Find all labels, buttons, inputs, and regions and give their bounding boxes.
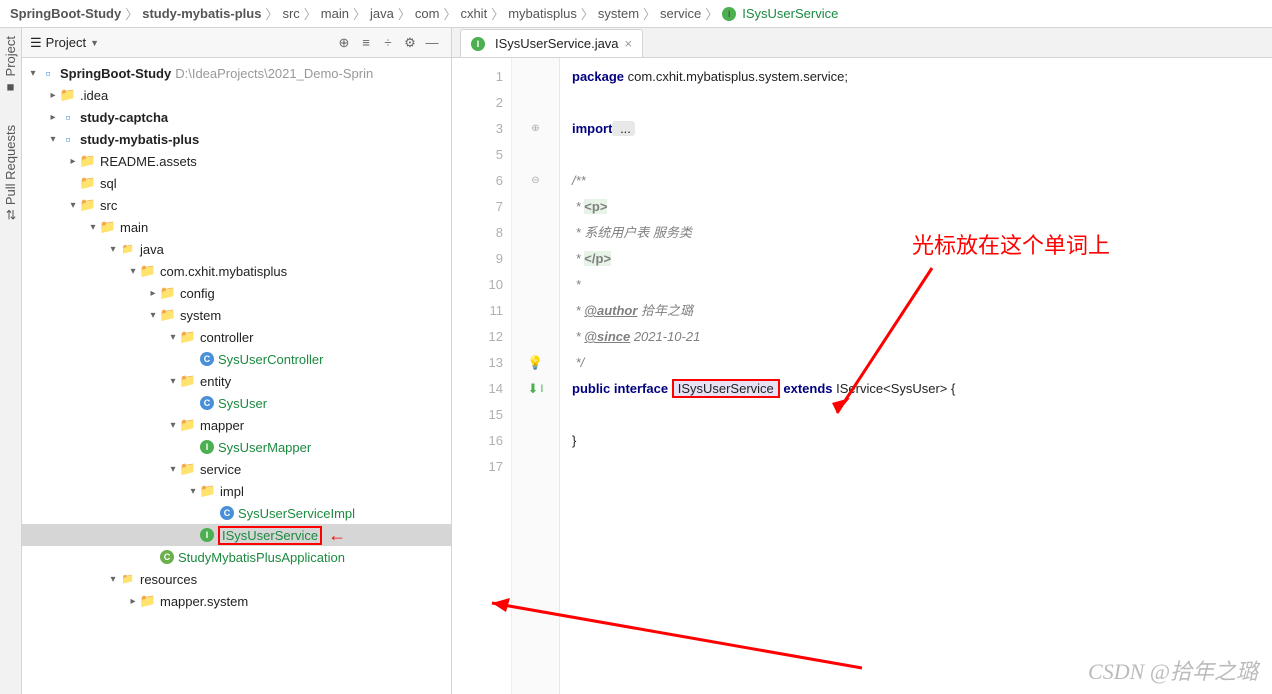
close-tab-icon[interactable]: × [625,36,633,51]
settings-icon[interactable]: ⚙ [399,32,421,54]
tree-item[interactable]: ▸mapper.system [22,590,451,612]
editor: I ISysUserService.java × 1 2 3 5 6 7 8 9… [452,28,1272,694]
bc-item[interactable]: mybatisplus [508,6,577,21]
tree-item[interactable]: ISysUserMapper [22,436,451,458]
panel-title: Project [46,35,86,50]
bc-item[interactable]: ISysUserService [742,6,838,21]
locate-icon[interactable]: ⊕ [333,32,355,54]
gutter-icons: ⊕ ⊖ 💡 ⬇I [512,58,560,694]
caret-word[interactable]: ISysUserService [672,379,780,398]
fold-icon[interactable]: ⊕ [531,116,539,142]
pull-requests-tab[interactable]: ⇄Pull Requests [3,125,18,220]
project-tool-tab[interactable]: ■Project [3,36,18,95]
bc-item[interactable]: cxhit [460,6,487,21]
bc-item[interactable]: study-mybatis-plus [142,6,261,21]
tree-item[interactable]: ▾impl [22,480,451,502]
bc-item[interactable]: system [598,6,639,21]
tree-item[interactable]: ▸study-captcha [22,106,451,128]
tree-item[interactable]: CSysUserServiceImpl [22,502,451,524]
hide-icon[interactable]: — [421,32,443,54]
tree-item[interactable]: CStudyMybatisPlusApplication [22,546,451,568]
line-gutter: 1 2 3 5 6 7 8 9 10 11 12 13 14 15 16 17 [452,58,512,694]
tree-item[interactable]: ▾system [22,304,451,326]
tree-root[interactable]: ▾SpringBoot-StudyD:\IdeaProjects\2021_De… [22,62,451,84]
breadcrumb: SpringBoot-Study〉 study-mybatis-plus〉 sr… [0,0,1272,28]
bc-item[interactable]: src [282,6,299,21]
tree-item[interactable]: ▾mapper [22,414,451,436]
code-body[interactable]: package com.cxhit.mybatisplus.system.ser… [560,58,1272,694]
tree-item[interactable]: ▾com.cxhit.mybatisplus [22,260,451,282]
bc-item[interactable]: com [415,6,440,21]
tree-item[interactable]: ▾📁java [22,238,451,260]
tree-item[interactable]: CSysUserController [22,348,451,370]
implemented-icon[interactable]: ⬇ [528,376,539,402]
tool-window-bar: ■Project ⇄Pull Requests [0,28,22,694]
tab-label: ISysUserService.java [495,36,619,51]
editor-tab-bar: I ISysUserService.java × [452,28,1272,58]
annotation-text: 光标放在这个单词上 [912,228,1110,260]
collapse-icon[interactable]: ÷ [377,32,399,54]
tree-item[interactable]: ▸.idea [22,84,451,106]
override-icon[interactable]: I [540,376,543,402]
tree-item[interactable]: ▾src [22,194,451,216]
watermark: CSDN @拾年之璐 [1088,654,1258,686]
fold-icon[interactable]: ⊖ [531,168,539,194]
tree-item-selected[interactable]: IISysUserService← [22,524,451,546]
bc-item[interactable]: main [321,6,349,21]
expand-icon[interactable]: ≡ [355,32,377,54]
intention-bulb-icon[interactable]: 💡 [527,350,543,376]
tree-item[interactable]: ▾service [22,458,451,480]
interface-icon: I [722,7,736,21]
interface-icon: I [471,37,485,51]
tree-item[interactable]: ▾controller [22,326,451,348]
tree-item[interactable]: ▾📁resources [22,568,451,590]
tree-item[interactable]: ▸config [22,282,451,304]
project-panel-header: ☰Project ▼ ⊕ ≡ ÷ ⚙ — [22,28,451,58]
tree-item[interactable]: ▾study-mybatis-plus [22,128,451,150]
tree-item[interactable]: CSysUser [22,392,451,414]
tree-item[interactable]: sql [22,172,451,194]
editor-tab[interactable]: I ISysUserService.java × [460,29,643,57]
bc-item[interactable]: SpringBoot-Study [10,6,121,21]
tree-item[interactable]: ▾main [22,216,451,238]
bc-item[interactable]: java [370,6,394,21]
code-area[interactable]: 1 2 3 5 6 7 8 9 10 11 12 13 14 15 16 17 … [452,58,1272,694]
project-tree[interactable]: ▾SpringBoot-StudyD:\IdeaProjects\2021_De… [22,58,451,694]
project-panel: ☰Project ▼ ⊕ ≡ ÷ ⚙ — ▾SpringBoot-StudyD:… [22,28,452,694]
bc-item[interactable]: service [660,6,701,21]
tree-item[interactable]: ▾entity [22,370,451,392]
tree-item[interactable]: ▸README.assets [22,150,451,172]
